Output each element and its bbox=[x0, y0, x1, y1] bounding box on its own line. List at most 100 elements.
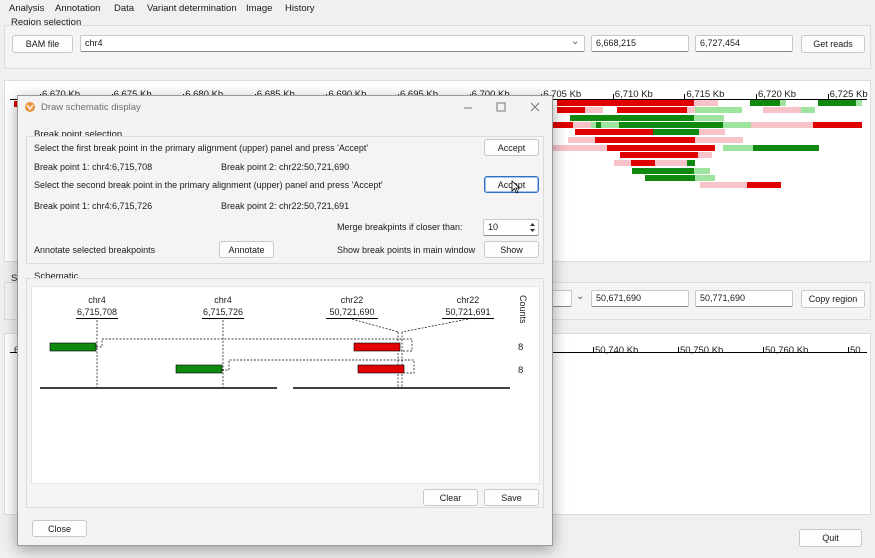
schematic-drawing bbox=[40, 318, 510, 389]
read-block[interactable] bbox=[750, 100, 780, 106]
dialog-title: Draw schematic display bbox=[41, 102, 141, 113]
merge-label: Merge breakpints if closer than: bbox=[337, 222, 463, 232]
read-block[interactable] bbox=[747, 182, 781, 188]
read-block[interactable] bbox=[617, 107, 687, 113]
axis-tick-label: 50,750 Kb bbox=[680, 345, 724, 356]
second-bp1-text: Break point 1: chr4:6,715,726 bbox=[34, 201, 153, 211]
copy-region-button[interactable]: Copy region bbox=[801, 290, 865, 308]
read-block[interactable] bbox=[780, 100, 786, 106]
read-block[interactable] bbox=[856, 100, 862, 106]
axis-tick-label: 50,760 Kb bbox=[765, 345, 809, 356]
read-block[interactable] bbox=[570, 115, 694, 121]
region-start-field[interactable]: 6,668,215 bbox=[591, 35, 689, 52]
read-block[interactable] bbox=[653, 129, 699, 135]
read-block[interactable] bbox=[753, 145, 819, 151]
second-chromosome-select[interactable] bbox=[552, 290, 572, 307]
quit-button[interactable]: Quit bbox=[799, 529, 862, 547]
merge-distance-value: 10 bbox=[488, 222, 499, 232]
dialog-title-bar[interactable]: Draw schematic display bbox=[18, 96, 552, 118]
read-block[interactable] bbox=[557, 107, 585, 113]
annotate-button[interactable]: Annotate bbox=[219, 241, 274, 258]
schematic-read-green-1 bbox=[49, 342, 97, 352]
read-block[interactable] bbox=[687, 107, 695, 113]
accept-first-button[interactable]: Accept bbox=[484, 139, 539, 156]
read-block[interactable] bbox=[655, 160, 687, 166]
read-block[interactable] bbox=[695, 137, 743, 143]
axis-tick-label: 6,725 Kb bbox=[829, 89, 868, 100]
read-block[interactable] bbox=[694, 168, 710, 174]
minimize-icon[interactable] bbox=[463, 103, 473, 113]
axis-tick-mark bbox=[763, 347, 764, 352]
read-block[interactable] bbox=[585, 107, 603, 113]
read-block[interactable] bbox=[698, 152, 712, 158]
axis-tick-label: 6,720 Kb bbox=[758, 89, 797, 100]
read-block[interactable] bbox=[607, 145, 715, 151]
region-end-field[interactable]: 6,727,454 bbox=[695, 35, 793, 52]
menu-annotation[interactable]: Annotation bbox=[55, 3, 100, 14]
close-icon[interactable] bbox=[530, 102, 540, 112]
read-block[interactable] bbox=[813, 122, 862, 128]
read-block[interactable] bbox=[763, 107, 801, 113]
read-block[interactable] bbox=[723, 122, 751, 128]
read-block[interactable] bbox=[557, 100, 694, 106]
menu-variant-determination[interactable]: Variant determination bbox=[147, 3, 237, 14]
axis-tick-mark bbox=[612, 94, 614, 99]
clear-button[interactable]: Clear bbox=[423, 489, 478, 506]
axis-tick-mark bbox=[848, 347, 849, 352]
spin-arrows-icon[interactable] bbox=[528, 221, 537, 234]
bam-file-button[interactable]: BAM file bbox=[12, 35, 73, 53]
maximize-icon[interactable] bbox=[496, 102, 506, 112]
read-block[interactable] bbox=[601, 122, 619, 128]
read-block[interactable] bbox=[645, 175, 695, 181]
axis-tick-mark bbox=[684, 94, 686, 99]
second-breakpoint-instruction: Select the second break point in the pri… bbox=[34, 180, 383, 190]
read-block[interactable] bbox=[687, 160, 695, 166]
menu-history[interactable]: History bbox=[285, 3, 315, 14]
save-button[interactable]: Save bbox=[484, 489, 539, 506]
read-block[interactable] bbox=[694, 100, 718, 106]
second-bp2-text: Break point 2: chr22:50,721,691 bbox=[221, 201, 350, 211]
read-block[interactable] bbox=[801, 107, 815, 113]
read-block[interactable] bbox=[694, 115, 724, 121]
schematic-read-red-2 bbox=[357, 364, 405, 374]
chevron-down-icon[interactable]: ⌄ bbox=[571, 36, 579, 47]
read-block[interactable] bbox=[695, 107, 742, 113]
axis-tick-label: 6,715 Kb bbox=[686, 89, 725, 100]
second-end-field[interactable]: 50,771,690 bbox=[695, 290, 793, 307]
read-block[interactable] bbox=[700, 182, 747, 188]
read-block[interactable] bbox=[818, 100, 856, 106]
read-block[interactable] bbox=[631, 160, 655, 166]
menu-data[interactable]: Data bbox=[114, 3, 134, 14]
schematic-canvas: chr4 6,715,708 chr4 6,715,726 chr22 50,7… bbox=[31, 286, 540, 484]
menu-analysis[interactable]: Analysis bbox=[9, 3, 44, 14]
read-block[interactable] bbox=[553, 122, 573, 128]
second-start-field[interactable]: 50,671,690 bbox=[591, 290, 689, 307]
first-bp1-text: Break point 1: chr4:6,715,708 bbox=[34, 162, 153, 172]
chromosome-select[interactable]: chr4 bbox=[80, 35, 585, 52]
show-label: Show break points in main window bbox=[337, 245, 476, 255]
read-block[interactable] bbox=[595, 137, 695, 143]
read-block[interactable] bbox=[695, 175, 715, 181]
read-block[interactable] bbox=[614, 160, 631, 166]
menu-image[interactable]: Image bbox=[246, 3, 272, 14]
close-button[interactable]: Close bbox=[32, 520, 87, 537]
read-block[interactable] bbox=[751, 122, 813, 128]
axis-tick-mark bbox=[827, 94, 829, 99]
read-block[interactable] bbox=[575, 129, 653, 135]
chevron-down-icon[interactable]: ⌄ bbox=[576, 291, 584, 302]
mouse-cursor-icon bbox=[511, 180, 521, 194]
axis-tick-mark bbox=[678, 347, 679, 352]
read-block[interactable] bbox=[699, 129, 725, 135]
read-block[interactable] bbox=[619, 122, 723, 128]
first-bp2-text: Break point 2: chr22:50,721,690 bbox=[221, 162, 350, 172]
region-start-value: 6,668,215 bbox=[596, 38, 637, 48]
read-block[interactable] bbox=[620, 152, 698, 158]
get-reads-button[interactable]: Get reads bbox=[801, 35, 865, 53]
read-block[interactable] bbox=[568, 137, 595, 143]
read-block[interactable] bbox=[553, 145, 607, 151]
read-block[interactable] bbox=[573, 122, 591, 128]
show-button[interactable]: Show bbox=[484, 241, 539, 258]
read-block[interactable] bbox=[723, 145, 753, 151]
schematic-dialog: Draw schematic display Break point selec… bbox=[17, 95, 553, 546]
read-block[interactable] bbox=[632, 168, 694, 174]
